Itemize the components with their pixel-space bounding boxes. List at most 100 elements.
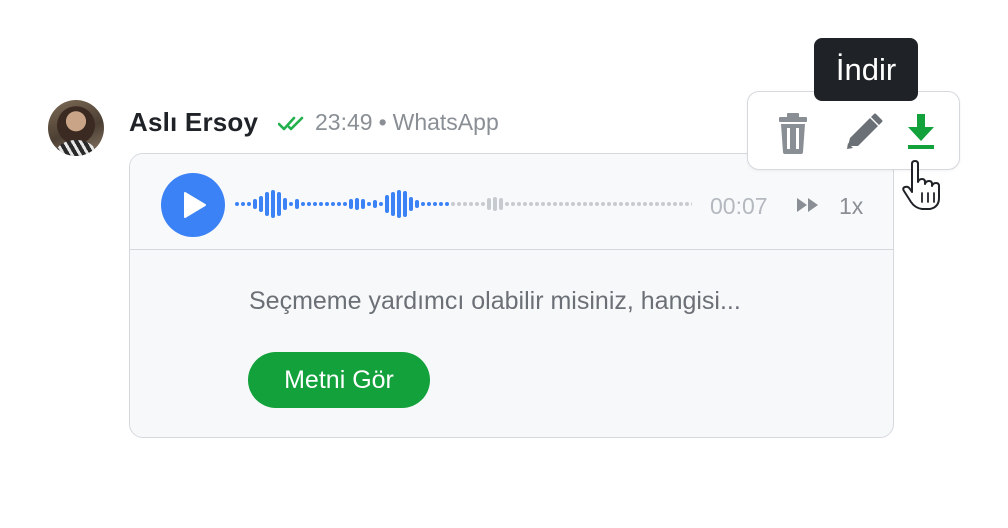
waveform-bar <box>457 202 461 206</box>
waveform-bar <box>337 202 341 206</box>
waveform-bar <box>235 202 239 206</box>
meta-separator: • <box>378 109 387 135</box>
waveform-bar <box>397 190 401 218</box>
waveform-bar <box>559 202 563 206</box>
waveform-bar <box>505 202 509 206</box>
waveform-bar <box>625 202 629 206</box>
waveform-bar <box>517 202 521 206</box>
avatar <box>48 100 104 156</box>
waveform-bar <box>571 202 575 206</box>
waveform-bar <box>319 202 323 206</box>
waveform-bar <box>355 198 359 210</box>
waveform-bar <box>379 202 383 206</box>
download-icon <box>908 114 934 149</box>
waveform-bar <box>487 198 491 210</box>
transcript-preview: Seçmeme yardımcı olabilir misiniz, hangi… <box>249 287 741 315</box>
waveform-bar <box>385 195 389 213</box>
waveform-bar <box>535 202 539 206</box>
waveform-bar <box>649 202 653 206</box>
pencil-icon <box>847 113 883 149</box>
waveform-bar <box>421 202 425 206</box>
sender-name: Aslı Ersoy <box>129 107 259 137</box>
play-button[interactable] <box>161 173 225 237</box>
waveform-bar <box>691 202 692 206</box>
waveform-bar <box>601 202 605 206</box>
download-tooltip: İndir <box>814 38 918 101</box>
waveform-bar <box>607 202 611 206</box>
waveform-bar <box>613 202 617 206</box>
waveform-bar <box>247 202 251 206</box>
waveform-bar <box>313 202 317 206</box>
download-button[interactable] <box>898 110 944 156</box>
waveform-bar <box>307 202 311 206</box>
trash-icon <box>779 113 807 154</box>
waveform-bar <box>301 202 305 206</box>
waveform-bar <box>655 202 659 206</box>
waveform-bar <box>433 202 437 206</box>
waveform-bar <box>553 202 557 206</box>
hand-cursor-icon <box>902 160 940 210</box>
waveform-bar <box>481 202 485 206</box>
edit-button[interactable] <box>840 110 886 156</box>
waveform-bar <box>493 197 497 211</box>
waveform-bar <box>253 199 257 209</box>
waveform-bar <box>529 202 533 206</box>
waveform-bar <box>619 202 623 206</box>
waveform-bar <box>439 202 443 206</box>
fast-forward-icon[interactable] <box>795 196 821 214</box>
waveform-bar <box>343 202 347 206</box>
waveform-bar <box>577 202 581 206</box>
waveform-bar <box>259 196 263 212</box>
waveform-bar <box>595 202 599 206</box>
waveform-bar <box>427 202 431 206</box>
waveform-bar <box>667 202 671 206</box>
voice-message-card: 00:07 1x Seçmeme yardımcı olabilir misin… <box>129 153 894 438</box>
delete-button[interactable] <box>770 110 816 156</box>
waveform-bar <box>499 198 503 210</box>
waveform-bar <box>463 202 467 206</box>
waveform-bar <box>289 202 293 206</box>
message-source: WhatsApp <box>392 109 499 135</box>
waveform-bar <box>391 192 395 216</box>
waveform-bar <box>673 202 677 206</box>
waveform-bar <box>679 202 683 206</box>
waveform-bar <box>361 199 365 209</box>
waveform-bar <box>295 199 299 209</box>
waveform-bar <box>523 202 527 206</box>
play-icon <box>184 192 206 218</box>
waveform-bar <box>685 202 689 206</box>
waveform-bar <box>637 202 641 206</box>
message-actions-toolbar <box>747 91 960 170</box>
audio-duration: 00:07 <box>710 193 768 219</box>
waveform-bar <box>325 202 329 206</box>
waveform-bar <box>241 202 245 206</box>
waveform-bar <box>271 190 275 218</box>
waveform-bar <box>445 202 449 206</box>
waveform-bar <box>589 202 593 206</box>
waveform-bar <box>565 202 569 206</box>
waveform-bar <box>643 202 647 206</box>
waveform-bar <box>583 202 587 206</box>
waveform-bar <box>349 199 353 209</box>
waveform-bar <box>661 202 665 206</box>
message-meta: 23:49 • WhatsApp <box>315 109 499 136</box>
message-time: 23:49 <box>315 109 373 135</box>
waveform-bar <box>451 202 455 206</box>
waveform-bar <box>331 202 335 206</box>
waveform-bar <box>415 200 419 208</box>
audio-waveform[interactable] <box>232 184 692 224</box>
waveform-bar <box>511 202 515 206</box>
waveform-bar <box>373 200 377 208</box>
waveform-bar <box>547 202 551 206</box>
waveform-bar <box>631 202 635 206</box>
waveform-bar <box>283 198 287 210</box>
waveform-bar <box>409 197 413 211</box>
waveform-bar <box>367 202 371 206</box>
waveform-bar <box>277 192 281 216</box>
view-transcript-button[interactable]: Metni Gör <box>248 352 430 408</box>
waveform-bar <box>265 192 269 216</box>
waveform-bar <box>403 191 407 217</box>
waveform-bar <box>541 202 545 206</box>
playback-speed-button[interactable]: 1x <box>839 193 863 220</box>
waveform-bar <box>475 202 479 206</box>
